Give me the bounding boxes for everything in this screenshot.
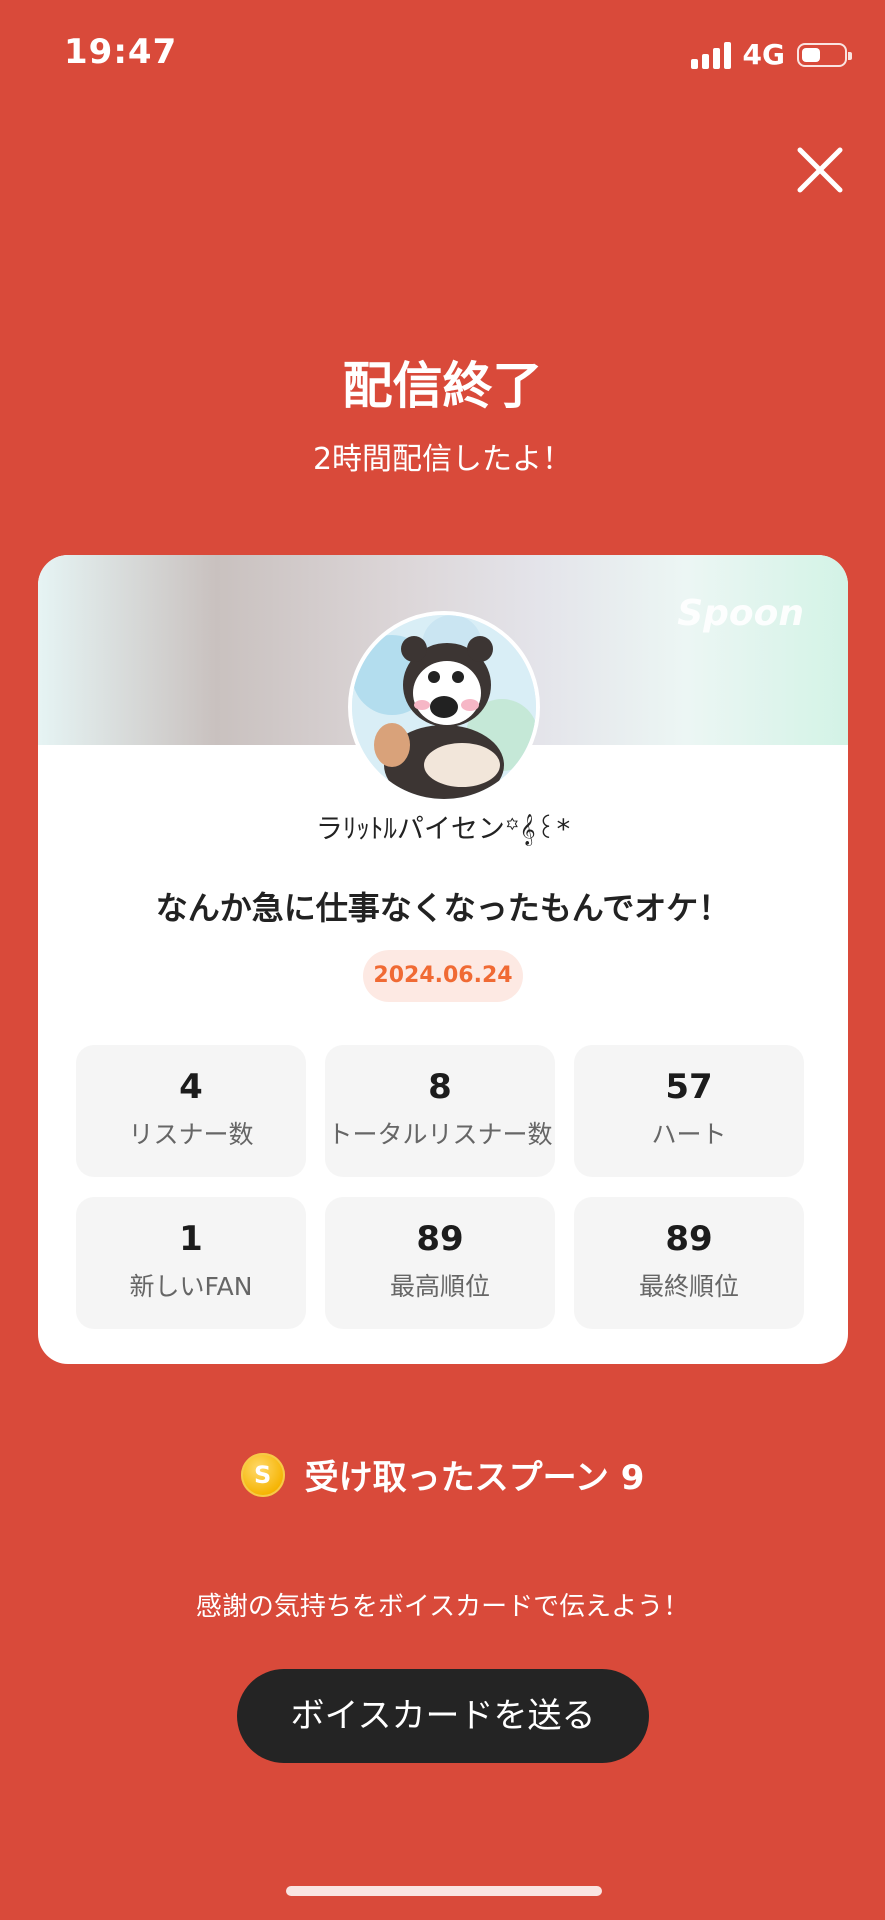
close-icon (797, 147, 843, 193)
stats-grid: 4 リスナー数 8 トータルリスナー数 57 ハート 1 新しいFAN 89 最… (76, 1045, 806, 1329)
battery-icon (797, 42, 852, 67)
stat-value: 4 (179, 1067, 203, 1107)
stat-label: 新しいFAN (129, 1272, 253, 1301)
status-bar: 19:47 4G (0, 0, 885, 110)
stat-value: 1 (179, 1219, 203, 1259)
stat-value: 8 (428, 1067, 452, 1107)
spoon-coin-icon: S (240, 1452, 285, 1497)
stat-label: リスナー数 (128, 1120, 254, 1149)
signal-icon (690, 41, 731, 69)
status-time: 19:47 (64, 32, 178, 72)
network-type: 4G (742, 38, 785, 71)
battery-level (802, 47, 820, 62)
stat-highest-rank: 89 最高順位 (325, 1197, 555, 1329)
received-spoons: S 受け取ったスプーン 9 (0, 1450, 885, 1499)
stat-value: 57 (665, 1067, 713, 1107)
received-spoons-label: 受け取ったスプーン 9 (304, 1458, 645, 1498)
broadcast-title: なんか急に仕事なくなったもんでオケ！ (155, 889, 731, 927)
stat-label: トータルリスナー数 (327, 1120, 553, 1149)
page-title: 配信終了 (342, 357, 543, 415)
stat-total-listeners: 8 トータルリスナー数 (325, 1045, 555, 1177)
voice-card-prompt: 感謝の気持ちをボイスカードで伝えよう！ (195, 1592, 690, 1622)
page-subtitle: 2時間配信したよ！ (312, 442, 573, 477)
stat-listeners: 4 リスナー数 (76, 1045, 306, 1177)
avatar-image (352, 615, 536, 799)
close-button[interactable] (790, 140, 850, 200)
spoon-logo: Spoon (677, 593, 804, 634)
stat-label: ハート (651, 1120, 727, 1149)
stat-label: 最終順位 (638, 1272, 739, 1301)
status-indicators: 4G (690, 38, 852, 71)
avatar[interactable] (348, 611, 540, 803)
stat-hearts: 57 ハート (574, 1045, 804, 1177)
broadcast-summary-card: Spoon ラﾘｯﾄﾙパイセン꙳𝄞꒰* なんか急に仕事なくなったもんでオケ！ 2… (38, 555, 848, 1364)
stat-new-fans: 1 新しいFAN (76, 1197, 306, 1329)
stat-value: 89 (665, 1219, 713, 1259)
stat-value: 89 (416, 1219, 464, 1259)
home-indicator (286, 1886, 602, 1896)
dj-name: ラﾘｯﾄﾙパイセン꙳𝄞꒰* (315, 814, 571, 845)
stat-final-rank: 89 最終順位 (574, 1197, 804, 1329)
date-badge: 2024.06.24 (363, 950, 523, 1002)
send-voice-card-button[interactable]: ボイスカードを送る (237, 1669, 649, 1763)
stat-label: 最高順位 (389, 1272, 490, 1301)
